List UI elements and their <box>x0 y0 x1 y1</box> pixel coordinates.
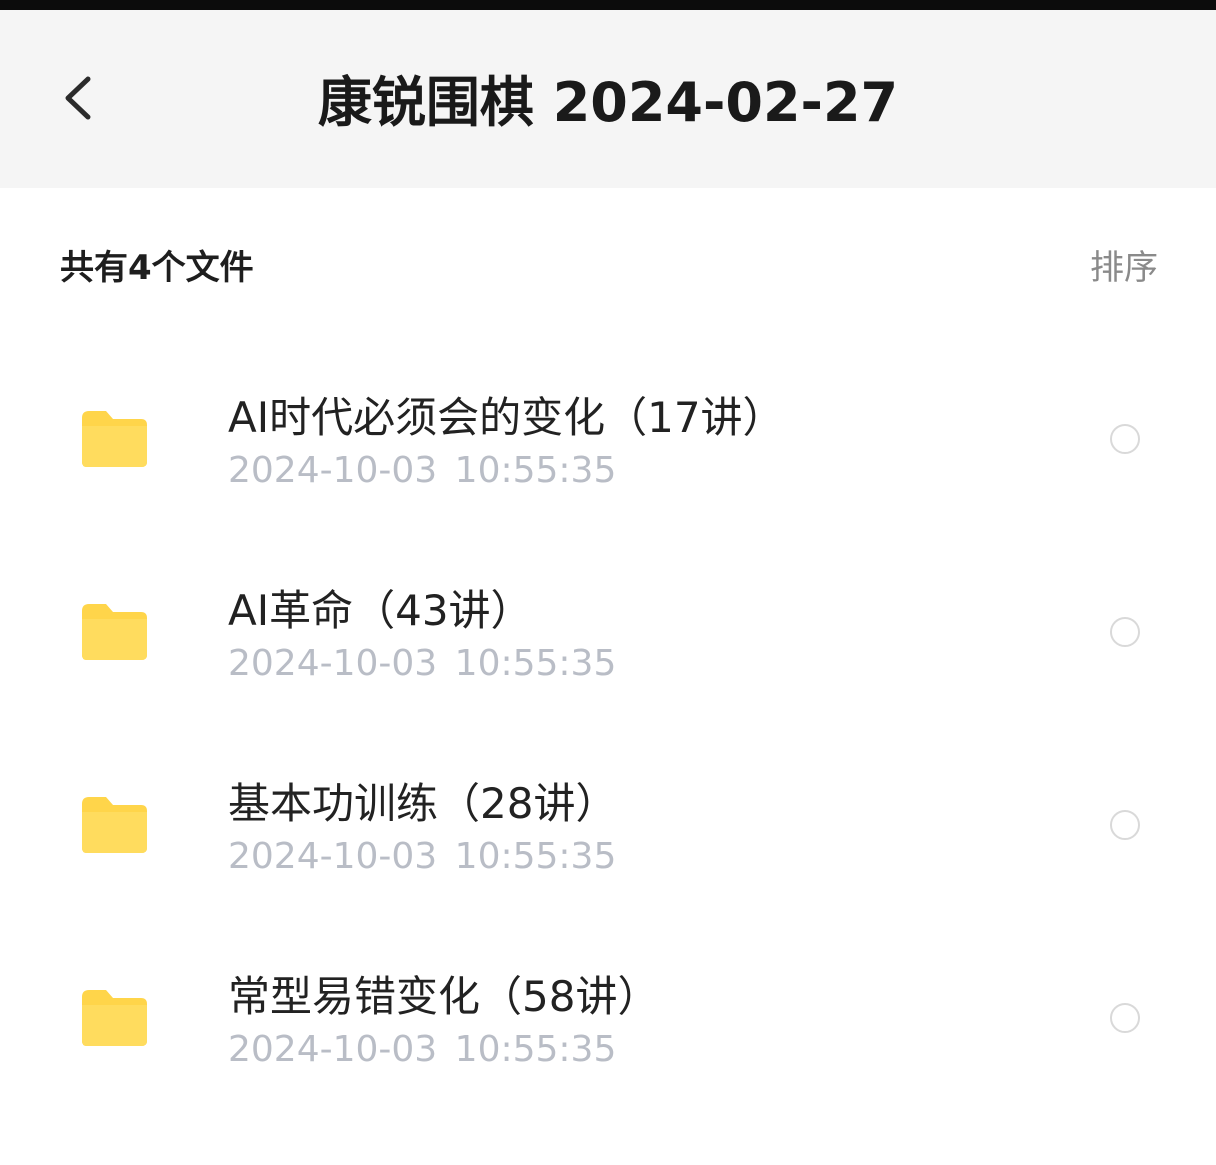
folder-date: 2024-10-03 10:55:35 <box>228 450 617 491</box>
back-button[interactable] <box>46 62 110 134</box>
folder-icon <box>82 990 147 1046</box>
folder-icon <box>82 797 147 853</box>
header-bar: 康锐围棋 2024-02-27 <box>0 10 1216 188</box>
folder-date: 2024-10-03 10:55:35 <box>228 643 617 684</box>
sort-button[interactable]: 排序 <box>1090 240 1158 289</box>
select-radio[interactable] <box>1110 424 1140 454</box>
summary-bar: 共有4个文件 排序 <box>0 188 1216 338</box>
select-radio[interactable] <box>1110 1003 1140 1033</box>
folder-row[interactable]: AI时代必须会的变化（17讲） 2024-10-03 10:55:35 <box>0 342 1216 535</box>
folder-row[interactable]: 基本功训练（28讲） 2024-10-03 10:55:35 <box>0 728 1216 921</box>
folder-row[interactable]: AI革命（43讲） 2024-10-03 10:55:35 <box>0 535 1216 728</box>
folder-list: AI时代必须会的变化（17讲） 2024-10-03 10:55:35 AI革命… <box>0 342 1216 1114</box>
folder-date: 2024-10-03 10:55:35 <box>228 836 617 877</box>
file-browser-screen: 康锐围棋 2024-02-27 共有4个文件 排序 AI时代必须会的变化（17讲… <box>0 0 1216 1165</box>
folder-row[interactable]: 常型易错变化（58讲） 2024-10-03 10:55:35 <box>0 921 1216 1114</box>
folder-date: 2024-10-03 10:55:35 <box>228 1029 617 1070</box>
folder-icon <box>82 411 147 467</box>
folder-name: 常型易错变化（58讲） <box>228 972 660 1021</box>
status-bar-strip <box>0 0 1216 10</box>
page-title: 康锐围棋 2024-02-27 <box>317 70 899 134</box>
select-radio[interactable] <box>1110 617 1140 647</box>
folder-name: 基本功训练（28讲） <box>228 779 618 828</box>
file-count-label: 共有4个文件 <box>60 248 254 288</box>
folder-name: AI革命（43讲） <box>228 586 533 635</box>
folder-name: AI时代必须会的变化（17讲） <box>228 393 785 442</box>
chevron-left-icon <box>65 76 91 120</box>
select-radio[interactable] <box>1110 810 1140 840</box>
folder-icon <box>82 604 147 660</box>
